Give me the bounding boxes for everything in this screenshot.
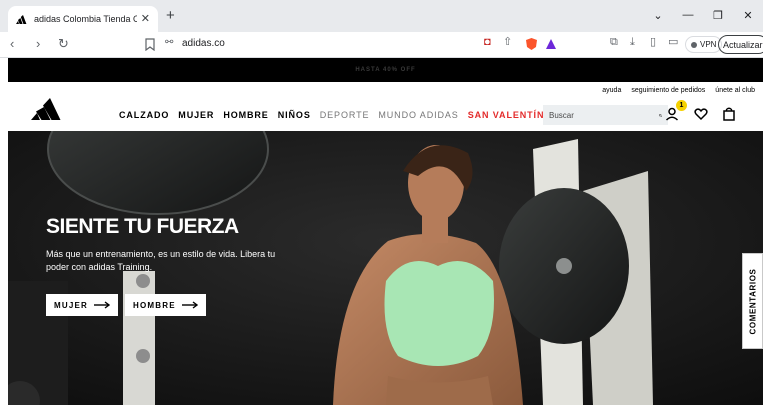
camera-blocked-icon[interactable]: ◘ [484, 37, 491, 48]
share-icon[interactable]: ⇧ [503, 37, 512, 48]
account-badge: 1 [676, 100, 687, 111]
update-label: Actualizar [723, 39, 763, 50]
arrow-right-icon [181, 301, 198, 309]
tab-title: adidas Colombia Tienda Oficial [34, 14, 137, 24]
shop-women-label: MUJER [54, 300, 89, 310]
minimize-icon[interactable]: — [673, 4, 703, 26]
tab-close-icon[interactable]: ✕ [141, 13, 150, 25]
nav-ninos[interactable]: NIÑOS [278, 110, 311, 120]
browser-window: adidas Colombia Tienda Oficial ✕ + ⌄ — ❐… [0, 0, 763, 405]
vpn-button[interactable]: VPN [685, 36, 723, 53]
feedback-label: COMENTARIOS [748, 267, 758, 335]
nav-calzado[interactable]: CALZADO [119, 110, 169, 120]
browser-toolbar: ‹ › ↻ ⚯ adidas.co ◘ ⇧ ⧉ ⤓ ▯ ▭ VPN Actual… [0, 32, 763, 58]
utility-links: ayuda seguimiento de pedidos únete al cl… [602, 87, 755, 94]
shop-men-label: HOMBRE [133, 300, 176, 310]
nav-san-valentin[interactable]: SAN VALENTÍN [468, 110, 545, 120]
sidebar-icon[interactable]: ▯ [650, 37, 656, 48]
adidas-logo-icon[interactable] [30, 96, 70, 120]
vpn-label: VPN [700, 40, 717, 49]
arrow-right-icon [94, 301, 111, 309]
new-tab-icon[interactable]: + [166, 8, 175, 23]
shop-women-button[interactable]: MUJER [46, 294, 119, 316]
wallet-icon[interactable]: ▭ [668, 37, 678, 48]
promo-bar[interactable]: HASTA 40% OFF [8, 58, 763, 82]
nav-hombre[interactable]: HOMBRE [223, 110, 268, 120]
bookmark-icon[interactable] [144, 38, 156, 51]
main-nav: CALZADO MUJER HOMBRE NIÑOS DEPORTE MUNDO… [119, 110, 544, 120]
hero-title: SIENTE TU FUERZA [46, 215, 239, 238]
browser-tab[interactable]: adidas Colombia Tienda Oficial ✕ [8, 6, 158, 32]
brave-shield-icon[interactable] [525, 37, 538, 51]
site-header: ayuda seguimiento de pedidos únete al cl… [8, 82, 763, 131]
order-tracking-link[interactable]: seguimiento de pedidos [631, 87, 705, 94]
site-settings-icon[interactable]: ⚯ [165, 37, 173, 48]
address-bar[interactable]: adidas.co [182, 38, 225, 49]
restore-icon[interactable]: ❐ [703, 4, 733, 26]
vpn-status-icon [691, 41, 697, 48]
search-box[interactable] [543, 105, 668, 125]
close-window-icon[interactable]: ✕ [733, 4, 763, 26]
extensions-icon[interactable]: ⧉ [610, 37, 618, 48]
feedback-tab[interactable]: COMENTARIOS [742, 253, 763, 349]
search-icon[interactable] [659, 110, 662, 121]
search-input[interactable] [549, 110, 659, 120]
reload-icon[interactable]: ↻ [58, 37, 69, 50]
tab-search-icon[interactable]: ⌄ [643, 4, 673, 26]
rewards-icon[interactable] [545, 38, 557, 50]
window-controls: ⌄ — ❐ ✕ [643, 4, 763, 26]
back-icon[interactable]: ‹ [10, 37, 14, 50]
promo-text: HASTA 40% OFF [355, 67, 416, 73]
update-button[interactable]: Actualizar [718, 35, 763, 54]
adidas-favicon-icon [16, 15, 27, 24]
cart-icon[interactable] [722, 107, 736, 121]
shop-men-button[interactable]: HOMBRE [125, 294, 206, 316]
help-link[interactable]: ayuda [602, 87, 621, 94]
nav-deporte[interactable]: DEPORTE [320, 110, 370, 120]
tab-strip: adidas Colombia Tienda Oficial ✕ + ⌄ — ❐… [0, 0, 763, 32]
heart-icon[interactable] [694, 107, 708, 121]
nav-mundo-adidas[interactable]: MUNDO ADIDAS [378, 110, 458, 120]
hero-banner[interactable]: SIENTE TU FUERZA Más que un entrenamient… [8, 131, 763, 405]
nav-mujer[interactable]: MUJER [178, 110, 214, 120]
join-club-link[interactable]: únete al club [715, 87, 755, 94]
forward-icon[interactable]: › [36, 37, 40, 50]
hero-subtitle: Más que un entrenamiento, es un estilo d… [46, 249, 276, 272]
download-icon[interactable]: ⤓ [630, 37, 635, 48]
